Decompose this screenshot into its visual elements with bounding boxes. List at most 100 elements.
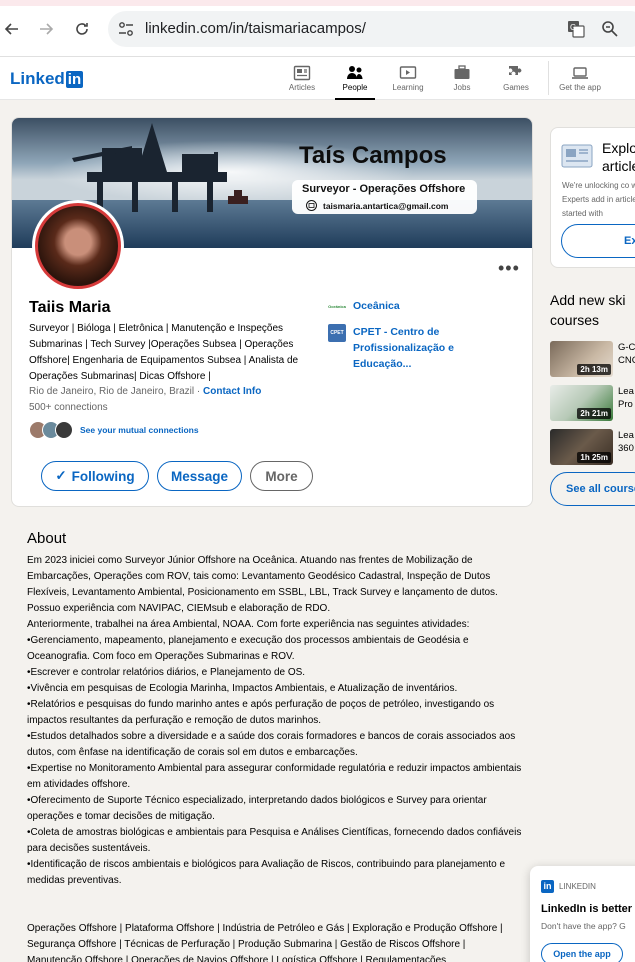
mutual-connections[interactable]: See your mutual connections bbox=[29, 421, 199, 439]
message-button[interactable]: Message bbox=[157, 461, 242, 491]
explore-title-line2: article bbox=[602, 158, 635, 174]
course-title-line: CNC bbox=[618, 355, 635, 366]
explore-title-line1: Explo bbox=[602, 140, 635, 156]
logo-text: Linked bbox=[10, 69, 65, 88]
course-duration: 1h 25m bbox=[577, 452, 611, 463]
course-thumbnail: 2h 13m bbox=[550, 341, 613, 377]
skills-title: Add new ski courses bbox=[550, 292, 626, 328]
explore-title: Explo article bbox=[602, 139, 635, 175]
tab-strip bbox=[0, 0, 635, 6]
banner-email-row: taismaria.antartica@gmail.com bbox=[306, 200, 448, 211]
more-button[interactable]: More bbox=[250, 461, 313, 491]
nav-label: Games bbox=[503, 83, 529, 92]
popup-brand-text: LINKEDIN bbox=[559, 882, 596, 891]
check-icon: ✓ bbox=[55, 468, 67, 483]
banner-name: Taís Campos bbox=[299, 142, 447, 169]
about-title: About bbox=[27, 530, 67, 547]
experience-item-oceanica[interactable]: Oceânica Oceânica bbox=[328, 298, 400, 316]
experience-name: Oceânica bbox=[353, 300, 400, 312]
course-title-line: G-C bbox=[618, 342, 635, 353]
nav-label: People bbox=[342, 83, 368, 92]
url-text: linkedin.com/in/taismariacampos/ bbox=[145, 20, 366, 37]
nav-people[interactable]: People bbox=[325, 63, 385, 100]
nav-label: Articles bbox=[288, 83, 316, 92]
about-paragraph: •Identificação de riscos ambientais e bi… bbox=[27, 859, 506, 886]
course-title-line: Lea bbox=[618, 430, 634, 441]
nav-get-app[interactable]: Get the app bbox=[550, 63, 610, 92]
about-paragraph: •Relatórios e pesquisas do fundo marinho… bbox=[27, 699, 495, 726]
zoom-icon[interactable] bbox=[600, 19, 620, 39]
course-thumbnail: 2h 21m bbox=[550, 385, 613, 421]
experience-item-cpet[interactable]: CPET CPET - Centro de Profissionalização… bbox=[328, 324, 513, 372]
open-app-button[interactable]: Open the app bbox=[541, 943, 623, 962]
banner-role: Surveyor - Operações Offshore bbox=[302, 183, 466, 195]
forward-arrow-icon bbox=[40, 23, 54, 35]
learning-icon bbox=[399, 66, 417, 79]
course-title-line: Pro bbox=[618, 399, 633, 410]
people-icon bbox=[347, 66, 363, 79]
about-paragraph: Em 2023 iniciei como Surveyor Júnior Off… bbox=[27, 555, 498, 614]
nav-games[interactable]: Games bbox=[486, 63, 546, 92]
about-paragraph: •Oferecimento de Suporte Técnico especia… bbox=[27, 795, 487, 822]
course-title-line: 360 bbox=[618, 443, 634, 454]
games-icon bbox=[509, 66, 522, 75]
reload-button[interactable] bbox=[70, 17, 94, 41]
about-paragraph: •Gerenciamento, mapeamento, planejamento… bbox=[27, 635, 469, 662]
oceanica-logo: Oceânica bbox=[328, 298, 346, 316]
contact-info-link[interactable]: Contact Info bbox=[203, 386, 261, 397]
separator: · bbox=[196, 386, 201, 397]
jobs-icon bbox=[454, 65, 470, 79]
course-item[interactable]: 2h 21m Lea Pro bbox=[550, 385, 634, 421]
experience-name: CPET - Centro de Profissionalização e Ed… bbox=[353, 326, 454, 370]
back-button[interactable] bbox=[0, 17, 24, 41]
course-duration: 2h 13m bbox=[577, 364, 611, 375]
profile-headline: Surveyor | Bióloga | Eletrônica | Manute… bbox=[29, 323, 299, 382]
following-button[interactable]: ✓ Following bbox=[41, 461, 149, 491]
forward-button[interactable] bbox=[34, 17, 58, 41]
email-icon bbox=[306, 200, 317, 211]
course-item[interactable]: 2h 13m G-C CNC bbox=[550, 341, 635, 377]
profile-avatar[interactable] bbox=[32, 200, 124, 292]
mutual-avatar bbox=[55, 421, 73, 439]
about-body: Em 2023 iniciei como Surveyor Júnior Off… bbox=[27, 553, 522, 962]
popup-title: LinkedIn is better o bbox=[541, 903, 635, 915]
article-illustration-icon bbox=[561, 144, 593, 168]
see-all-courses-button[interactable]: See all courses bbox=[550, 472, 635, 506]
avatar-photo bbox=[35, 203, 121, 289]
svg-text:G: G bbox=[570, 23, 576, 32]
nav-label: Jobs bbox=[453, 83, 471, 92]
linkedin-logo[interactable]: Linked in bbox=[10, 69, 84, 89]
translate-icon[interactable]: G bbox=[566, 19, 586, 39]
popup-brand: in LINKEDIN bbox=[541, 880, 596, 893]
about-paragraph: •Estudos detalhados sobre a diversidade … bbox=[27, 731, 516, 758]
site-settings-icon[interactable] bbox=[117, 20, 135, 38]
course-thumbnail: 1h 25m bbox=[550, 429, 613, 465]
about-paragraph: •Escrever e controlar relatórios diários… bbox=[27, 667, 306, 678]
linkedin-logo-icon: in bbox=[541, 880, 554, 893]
nav-label: Learning bbox=[392, 83, 424, 92]
course-duration: 2h 21m bbox=[577, 408, 611, 419]
nav-learning[interactable]: Learning bbox=[378, 63, 438, 92]
banner-email: taismaria.antartica@gmail.com bbox=[323, 200, 449, 211]
reload-icon bbox=[76, 23, 88, 35]
browser-toolbar: linkedin.com/in/taismariacampos/ G bbox=[0, 0, 635, 57]
explore-button[interactable]: Ex bbox=[561, 224, 635, 258]
about-paragraph: Anteriormente, trabalhei na área Ambient… bbox=[27, 619, 470, 630]
more-options-button[interactable]: ••• bbox=[498, 258, 520, 279]
following-label: Following bbox=[71, 468, 135, 484]
nav-jobs[interactable]: Jobs bbox=[432, 63, 492, 92]
nav-articles[interactable]: Articles bbox=[272, 63, 332, 92]
laptop-icon bbox=[572, 67, 588, 79]
mutual-connections-link[interactable]: See your mutual connections bbox=[80, 425, 199, 435]
profile-card: Taís Campos Surveyor - Operações Offshor… bbox=[11, 117, 533, 507]
cpet-logo: CPET bbox=[328, 324, 346, 342]
address-bar[interactable]: linkedin.com/in/taismariacampos/ G bbox=[108, 11, 635, 47]
about-paragraph: •Coleta de amostras biológicas e ambient… bbox=[27, 827, 522, 854]
connections-count: 500+ connections bbox=[29, 402, 108, 413]
about-paragraph: •Vivência em pesquisas de Ecologia Marin… bbox=[27, 683, 458, 694]
course-title: Lea 360 bbox=[618, 429, 634, 465]
profile-name: Taiis Maria bbox=[29, 299, 111, 316]
course-item[interactable]: 1h 25m Lea 360 bbox=[550, 429, 634, 465]
explore-body: We're unlocking co way. Experts add in a… bbox=[562, 181, 635, 218]
back-arrow-icon bbox=[4, 23, 18, 35]
